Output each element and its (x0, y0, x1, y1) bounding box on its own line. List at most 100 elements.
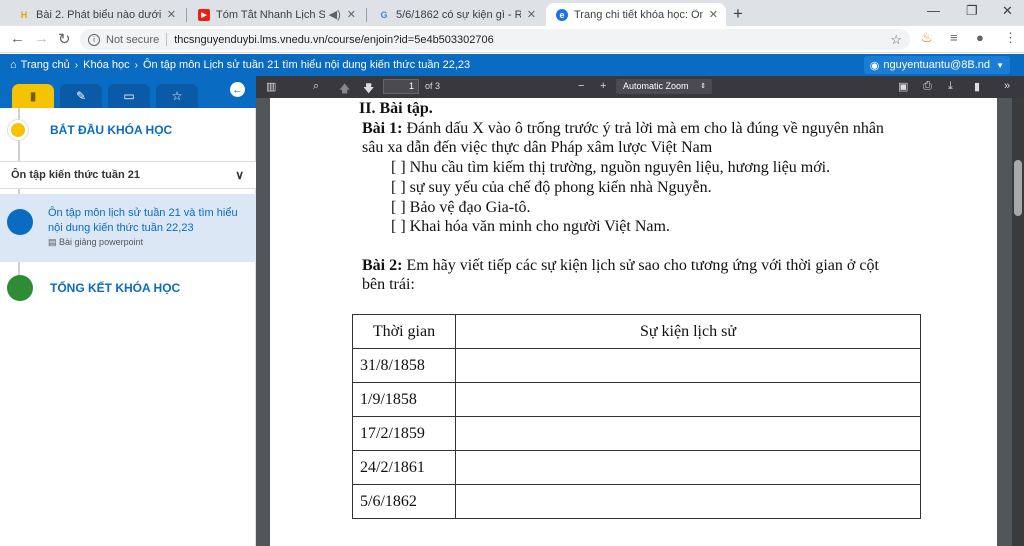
browser-tab-2[interactable]: ▶ Tóm Tắt Nhanh Lịch Sử Việt N ◀) ✕ (188, 3, 364, 26)
previous-page-icon[interactable]: 🡅 (339, 80, 350, 99)
event-cell (455, 450, 921, 485)
print-icon[interactable]: ⎙ (923, 80, 932, 93)
collapse-sidebar-icon[interactable]: ← (230, 82, 245, 97)
week-label: Ôn tập kiến thức tuần 21 (11, 169, 140, 181)
select-arrows-icon: ⇕ (700, 83, 706, 90)
date-cell: 1/9/1858 (352, 382, 456, 417)
pdf-scrollbar[interactable] (1012, 98, 1024, 546)
scrollbar-thumb[interactable] (1014, 160, 1022, 216)
zoom-select[interactable]: Automatic Zoom ⇕ (616, 79, 712, 94)
breadcrumb-current: Ôn tập môn Lịch sử tuần 21 tìm hiểu nội … (142, 59, 471, 71)
browser-tab-3[interactable]: G 5/6/1862 có sự kiện gì - Rechercl ✕ (368, 3, 544, 26)
bookmark-star-icon[interactable]: ☆ (890, 32, 902, 48)
date-cell: 17/2/1859 (352, 416, 456, 451)
close-tab-icon[interactable]: ✕ (167, 8, 176, 21)
breadcrumb-courses[interactable]: Khóa học (83, 59, 129, 71)
exercise-1-line-2: sâu xa dẫn đến việc thực dân Pháp xâm lư… (362, 139, 713, 156)
vnedu-favicon-icon: e (556, 8, 568, 21)
document-icon: ▤ (48, 237, 57, 247)
user-name: nguyentuantu@8B.nd (883, 59, 990, 71)
event-cell (455, 382, 921, 417)
week-section-header[interactable]: Ôn tập kiến thức tuần 21 ∨ (0, 161, 256, 189)
start-course-label[interactable]: BẮT ĐẦU KHÓA HỌC (50, 123, 172, 137)
start-dot-icon (8, 120, 28, 140)
exercise-1-label: Bài 1: (362, 120, 403, 137)
date-cell: 31/8/1858 (352, 348, 456, 383)
tab-divider (366, 8, 367, 22)
tab-lessons[interactable]: ▮ (12, 84, 54, 108)
browser-toolbar: ← → ↻ i Not secure thcsnguyenduybi.lms.v… (0, 26, 1024, 53)
option-3: [ ] Bảo vệ đạo Gia-tô. (391, 199, 531, 216)
reload-icon[interactable]: ↻ (58, 30, 71, 48)
open-file-icon[interactable]: ▣ (898, 80, 908, 93)
exercise-2-label: Bài 2: (362, 257, 403, 274)
end-course-label[interactable]: TỔNG KẾT KHÓA HỌC (50, 281, 180, 295)
close-tab-icon[interactable]: ✕ (709, 8, 718, 21)
hoidap-favicon-icon: H (20, 9, 28, 20)
close-tab-icon[interactable]: ✕ (527, 8, 536, 21)
tab-comments[interactable]: ▭ (108, 84, 150, 108)
table-row: 24/2/1861 (352, 450, 921, 485)
minimize-icon[interactable]: — (927, 3, 940, 18)
extension-flame-icon[interactable]: ♨ (921, 30, 933, 46)
browser-tab-4-active[interactable]: e Trang chi tiết khóa học: Ôn tập m ✕ (546, 3, 726, 26)
pdf-page: II. Bài tập. Bài 1: Đánh dấu X vào ô trố… (270, 98, 997, 546)
browser-tab-1[interactable]: H Bài 2. Phát biểu nào dưới đây về ✕ (8, 3, 184, 26)
info-icon[interactable]: i (88, 33, 100, 46)
download-icon[interactable]: ⤓ (948, 80, 953, 93)
tools-icon[interactable]: » (1004, 80, 1010, 92)
home-icon[interactable]: ⌂ (10, 59, 17, 71)
event-cell (455, 416, 921, 451)
chevron-right-icon: › (74, 59, 79, 71)
user-menu[interactable]: ◉ nguyentuantu@8B.nd ▼ (863, 56, 1010, 74)
exercise-1-line-1: Bài 1: Đánh dấu X vào ô trống trước ý tr… (362, 120, 884, 138)
restore-icon[interactable]: ❐ (966, 3, 978, 19)
page-number-input[interactable]: 1 (383, 79, 419, 94)
lesson-title[interactable]: Ôn tập môn lịch sử tuần 21 và tìm hiểu n… (48, 206, 248, 236)
close-tab-icon[interactable]: ✕ (347, 8, 356, 21)
chat-bubble-icon: ▭ (123, 89, 135, 103)
chevron-right-icon: › (134, 59, 138, 71)
zoom-value: Automatic Zoom (623, 81, 689, 91)
date-cell: 24/2/1861 (352, 450, 456, 485)
page-total: of 3 (425, 81, 441, 91)
pdf-viewer: II. Bài tập. Bài 1: Đánh dấu X vào ô trố… (256, 98, 1024, 546)
bookmark-icon[interactable]: ▮ (974, 80, 980, 93)
tab-favorites[interactable]: ☆ (156, 84, 198, 108)
end-dot-icon (7, 275, 33, 301)
youtube-favicon-icon: ▶ (198, 8, 210, 21)
header-time: Thời gian (352, 314, 456, 349)
google-favicon-icon: G (380, 9, 388, 20)
table-row: 31/8/1858 (352, 348, 921, 383)
menu-kebab-icon[interactable]: ⋮ (1004, 30, 1017, 46)
tab-title: Tóm Tắt Nhanh Lịch Sử Việt N (216, 8, 325, 21)
next-page-icon[interactable]: 🡇 (363, 80, 374, 99)
search-icon[interactable]: ⌕ (313, 80, 319, 93)
media-control-icon[interactable]: ≡ (950, 30, 958, 45)
zoom-out-icon[interactable]: − (578, 80, 584, 92)
exercise-2-line-2: bên trái: (362, 276, 415, 293)
table-row: 17/2/1859 (352, 416, 921, 451)
table-header-row: Thời gian Sự kiện lịch sử (352, 314, 921, 349)
pdf-toolbar: ▥ ⌕ 🡅 🡇 1 of 3 − + Automatic Zoom ⇕ ▣ ⎙ … (256, 76, 1024, 98)
chevron-down-icon[interactable]: ∨ (235, 168, 244, 182)
tab-title: Trang chi tiết khóa học: Ôn tập m (574, 8, 703, 21)
lesson-item[interactable]: Ôn tập môn lịch sử tuần 21 và tìm hiểu n… (0, 194, 256, 262)
back-icon[interactable]: ← (10, 30, 25, 47)
star-icon: ☆ (171, 89, 183, 103)
lesson-dot-icon (7, 209, 33, 235)
forward-icon[interactable]: → (34, 30, 49, 47)
security-label: Not secure (106, 33, 160, 46)
close-window-icon[interactable]: ✕ (1002, 3, 1013, 19)
tab-attachments[interactable]: ✎ (60, 84, 102, 108)
breadcrumb-home[interactable]: Trang chủ (21, 59, 70, 71)
new-tab-button[interactable]: + (733, 4, 743, 24)
lesson-type: Bài giảng powerpoint (59, 237, 144, 247)
profile-avatar-icon[interactable]: ● (976, 30, 984, 45)
toggle-sidebar-icon[interactable]: ▥ (266, 80, 276, 93)
url-text: thcsnguyenduybi.lms.vnedu.vn/course/enjo… (174, 33, 494, 46)
zoom-in-icon[interactable]: + (600, 80, 606, 92)
tab-divider (186, 8, 187, 22)
address-bar[interactable]: i Not secure thcsnguyenduybi.lms.vnedu.v… (80, 29, 910, 50)
mute-tab-icon[interactable]: ◀) (329, 8, 341, 21)
